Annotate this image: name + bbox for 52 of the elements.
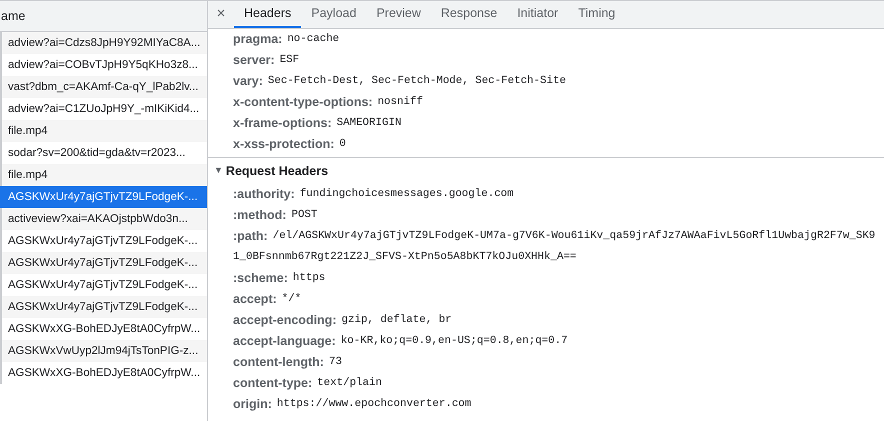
header-value: ko-KR,ko;q=0.9,en-US;q=0.8,en;q=0.7 (340, 334, 568, 350)
tab[interactable]: Timing (568, 1, 626, 28)
header-name: x-xss-protection: (233, 136, 334, 154)
header-name: server: (233, 52, 275, 70)
header-value: text/plain (317, 376, 382, 392)
request-row[interactable]: AGSKWxUr4y7ajGTjvTZ9LFodgeK-... (0, 296, 207, 318)
close-button[interactable]: × (208, 1, 234, 28)
header-value: 0 (339, 137, 346, 152)
column-heading: ame (1, 8, 26, 25)
header-value: /el/AGSKWxUr4y7ajGTjvTZ9LFodgeK-UM7a-g7V6K-Wou61iKv_qa59jrAfJz7AWAaFivL5GoRfl1UwbajgR2F7w_SK9 (272, 229, 876, 244)
header-value: https://www.epochconverter.com (276, 397, 472, 412)
header-value: Sec-Fetch-Dest, Sec-Fetch-Mode, Sec-Fetch-Site (268, 74, 566, 90)
header-name: vary: (233, 73, 263, 90)
header-name: :scheme: (233, 270, 288, 288)
header-name: accept-encoding: (233, 312, 336, 330)
header-name: accept: (233, 291, 277, 308)
header-name: pragma: (233, 31, 282, 48)
request-row[interactable]: vast?dbm_c=AKAmf-Ca-qY_lPab2lv... (0, 76, 207, 98)
header-name: x-content-type-options: (233, 94, 373, 112)
tab[interactable]: Preview (366, 1, 431, 28)
header-value: gzip, deflate, br (342, 313, 452, 328)
request-row[interactable]: adview?ai=Cdzs8JpH9Y92MIYaC8A... (0, 32, 207, 54)
tab[interactable]: Payload (301, 1, 366, 28)
header-value: 1_0BFsnnmb67Rgt221Z2J_SFVS-XtPn5o5A8bKT7kOJu0XHHk_A== (233, 250, 576, 266)
header-name: :authority: (233, 186, 295, 204)
header-value: */* (282, 292, 302, 308)
header-name: :method: (233, 207, 286, 224)
header-value: SAMEORIGIN (336, 116, 402, 132)
header-value: no-cache (287, 32, 340, 48)
section-title[interactable]: Request Headers (226, 162, 328, 180)
header-value: ESF (280, 53, 300, 68)
header-name: content-type: (233, 375, 312, 392)
request-row[interactable]: AGSKWxUr4y7ajGTjvTZ9LFodgeK-... (0, 186, 207, 208)
header-value: fundingchoicesmessages.google.com (300, 187, 514, 202)
header-name: origin: (233, 396, 272, 414)
tab[interactable]: Headers (234, 1, 302, 28)
header-value: nosniff (378, 95, 423, 110)
request-row[interactable]: activeview?xai=AKAOjstpbWdo3n... (0, 208, 207, 230)
request-row[interactable]: AGSKWxUr4y7ajGTjvTZ9LFodgeK-... (0, 252, 207, 274)
header-name: content-length: (233, 354, 324, 372)
header-name: x-frame-options: (233, 115, 332, 132)
tab[interactable]: Response (430, 1, 508, 28)
toggle-triangle[interactable]: ▼ (214, 164, 223, 178)
request-row[interactable]: AGSKWxVwUyp2lJm94jTsTonPIG-z... (0, 340, 207, 362)
tab[interactable]: Initiator (507, 1, 568, 28)
header-name: :path: (233, 228, 268, 246)
header-value: POST (291, 208, 318, 224)
header-value: 73 (328, 355, 342, 370)
request-row[interactable]: file.mp4 (0, 164, 207, 186)
request-row[interactable]: file.mp4 (0, 120, 207, 142)
header-value: https (292, 271, 326, 286)
header-name: accept-language: (233, 333, 336, 350)
